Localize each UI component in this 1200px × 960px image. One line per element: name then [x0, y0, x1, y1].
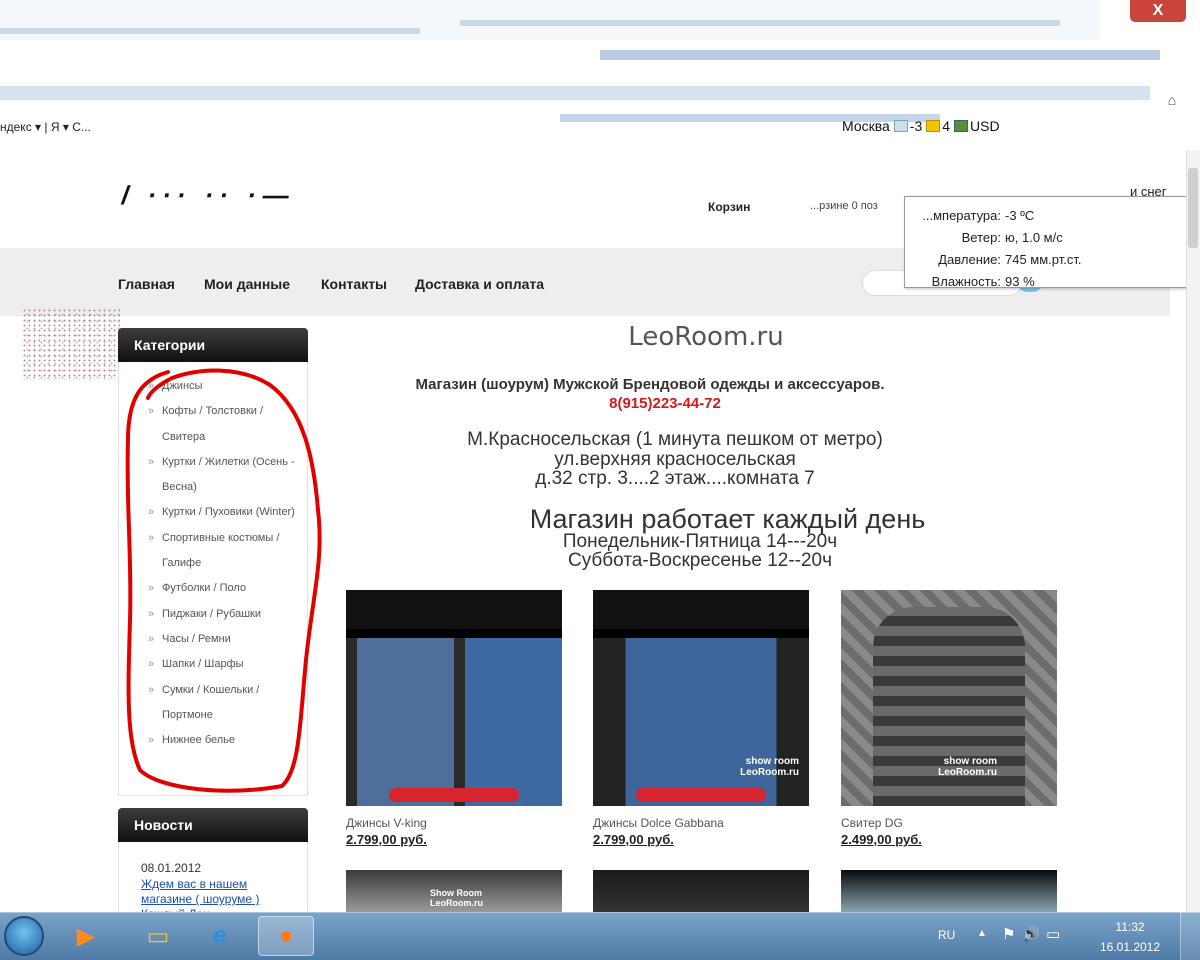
product-price[interactable]: 2.799,00 руб.	[593, 832, 809, 847]
search-toolbar-fragment[interactable]: ндекс ▾ | Я ▾ С...	[0, 120, 91, 134]
product-name[interactable]: Джинсы Dolce Gabbana	[593, 816, 809, 830]
tray-expand-icon[interactable]: ▲	[977, 928, 987, 939]
clock-date[interactable]: 16.01.2012	[1098, 940, 1162, 954]
media-player-icon[interactable]: ▶	[58, 916, 114, 956]
weather-tooltip: ...мпература: -3 ºC Ветер: ю, 1.0 м/с Давл…	[904, 196, 1188, 289]
weather-wind-value: ю, 1.0 м/с	[1005, 230, 1063, 245]
category-jackets-autumn[interactable]: Куртки / Жилетки (Осень - Весна)	[148, 450, 298, 501]
weather-pressure-label: Давление:	[938, 252, 1001, 267]
product-photo[interactable]	[346, 590, 562, 806]
phone-number: 8(915)223-44-72	[609, 395, 721, 412]
clock-time[interactable]: 11:32	[1098, 920, 1162, 934]
page-scrollbar[interactable]	[1186, 150, 1200, 912]
language-indicator[interactable]: RU	[938, 928, 955, 942]
news-header: Новости	[118, 808, 308, 842]
firefox-icon[interactable]: ●	[258, 916, 314, 956]
cart-label[interactable]: Корзин	[708, 200, 750, 214]
photo-watermark: show room LeoRoom.ru	[938, 756, 997, 778]
categories-header: Категории	[118, 328, 308, 362]
category-list: Джинсы Кофты / Толстовки / Свитера Куртк…	[148, 374, 298, 754]
category-hats[interactable]: Шапки / Шарфы	[148, 652, 298, 678]
category-watches[interactable]: Часы / Ремни	[148, 627, 298, 653]
pixel-noise	[22, 308, 120, 380]
address-line-1: М.Красносельская (1 минута пешком от мет…	[467, 429, 883, 450]
weather-humidity-label: Влажность:	[931, 274, 1001, 289]
photo-watermark: Show Room LeoRoom.ru	[430, 888, 483, 908]
tray-icons[interactable]: ⚑🔊▭	[1002, 925, 1066, 943]
product-card[interactable]: show room LeoRoom.ru Свитер DG 2.499,00 …	[841, 590, 1057, 847]
nav-contacts[interactable]: Контакты	[321, 276, 387, 292]
address-line-2: ул.верхняя красносельская	[554, 449, 796, 470]
category-blazers[interactable]: Пиджаки / Рубашки	[148, 602, 298, 628]
category-jackets-winter[interactable]: Куртки / Пуховики (Winter)	[148, 500, 298, 526]
news-date: 08.01.2012	[141, 861, 202, 875]
home-icon[interactable]: ⌂	[1160, 92, 1184, 110]
city-label: Москва	[842, 118, 890, 134]
weather-wind-label: Ветер:	[961, 230, 1001, 245]
currency-icon	[954, 120, 969, 132]
sun-icon	[926, 120, 941, 132]
category-bags[interactable]: Сумки / Кошельки / Портмоне	[148, 678, 298, 729]
explorer-folder-icon[interactable]: ▭	[130, 916, 186, 956]
tagline: Магазин (шоурум) Мужской Брендовой одежд…	[415, 376, 885, 393]
product-card[interactable]: show room LeoRoom.ru Джинсы Dolce Gabban…	[593, 590, 809, 847]
scrollbar-thumb[interactable]	[1188, 168, 1198, 248]
sun-value: 4	[942, 118, 951, 134]
weather-pressure-value: 745 мм.рт.ст.	[1005, 252, 1082, 267]
product-name[interactable]: Джинсы V-king	[346, 816, 562, 830]
product-price[interactable]: 2.799,00 руб.	[346, 832, 562, 847]
show-desktop-button[interactable]	[1180, 912, 1200, 960]
browser-chrome	[0, 0, 1200, 150]
product-photo[interactable]	[841, 870, 1057, 912]
weather-temp-value: -3 ºC	[1005, 208, 1035, 223]
category-underwear[interactable]: Нижнее белье	[148, 728, 298, 754]
nav-home[interactable]: Главная	[118, 276, 175, 292]
weather-humidity-value: 93 %	[1005, 274, 1035, 289]
product-name[interactable]: Свитер DG	[841, 816, 1057, 830]
photo-watermark: show room LeoRoom.ru	[740, 756, 799, 778]
news-link-text[interactable]: Ждем вас в нашем магазине ( шоуруме )	[141, 877, 259, 906]
product-photo[interactable]	[593, 870, 809, 912]
address-line-3: д.32 стр. 3....2 этаж....комната 7	[535, 468, 815, 489]
start-button[interactable]	[4, 916, 44, 956]
cart-info: ...рзине 0 поз	[810, 200, 878, 212]
nav-delivery[interactable]: Доставка и оплата	[415, 276, 544, 292]
product-price[interactable]: 2.499,00 руб.	[841, 832, 1057, 847]
window-close-button[interactable]: X	[1130, 0, 1186, 22]
nav-my-data[interactable]: Мои данные	[204, 276, 290, 292]
category-jeans[interactable]: Джинсы	[148, 374, 298, 400]
product-card[interactable]: Джинсы V-king 2.799,00 руб.	[346, 590, 562, 847]
cloud-icon	[893, 120, 908, 132]
hours-weekdays: Понедельник-Пятница 14---20ч	[562, 531, 838, 552]
site-logo[interactable]: / ··· ·· ·—	[119, 180, 297, 211]
weather-toolbar[interactable]: Москва -3 4 USD	[842, 118, 1000, 134]
product-photo[interactable]: show room LeoRoom.ru	[841, 590, 1057, 806]
product-photo[interactable]: show room LeoRoom.ru	[593, 590, 809, 806]
temp-short: -3	[909, 118, 923, 134]
category-tshirts[interactable]: Футболки / Поло	[148, 576, 298, 602]
product-photo[interactable]: Show Room LeoRoom.ru	[346, 870, 562, 912]
hours-weekend: Суббота-Воскресенье 12--20ч	[567, 550, 833, 571]
category-sweaters[interactable]: Кофты / Толстовки / Свитера	[148, 399, 298, 450]
weather-temp-label: ...мпература:	[922, 208, 1001, 223]
internet-explorer-icon[interactable]: e	[192, 916, 248, 956]
currency-label: USD	[970, 118, 1000, 134]
category-sport-suits[interactable]: Спортивные костюмы / Галифе	[148, 526, 298, 577]
site-title: LeoRoom.ru	[628, 322, 784, 352]
